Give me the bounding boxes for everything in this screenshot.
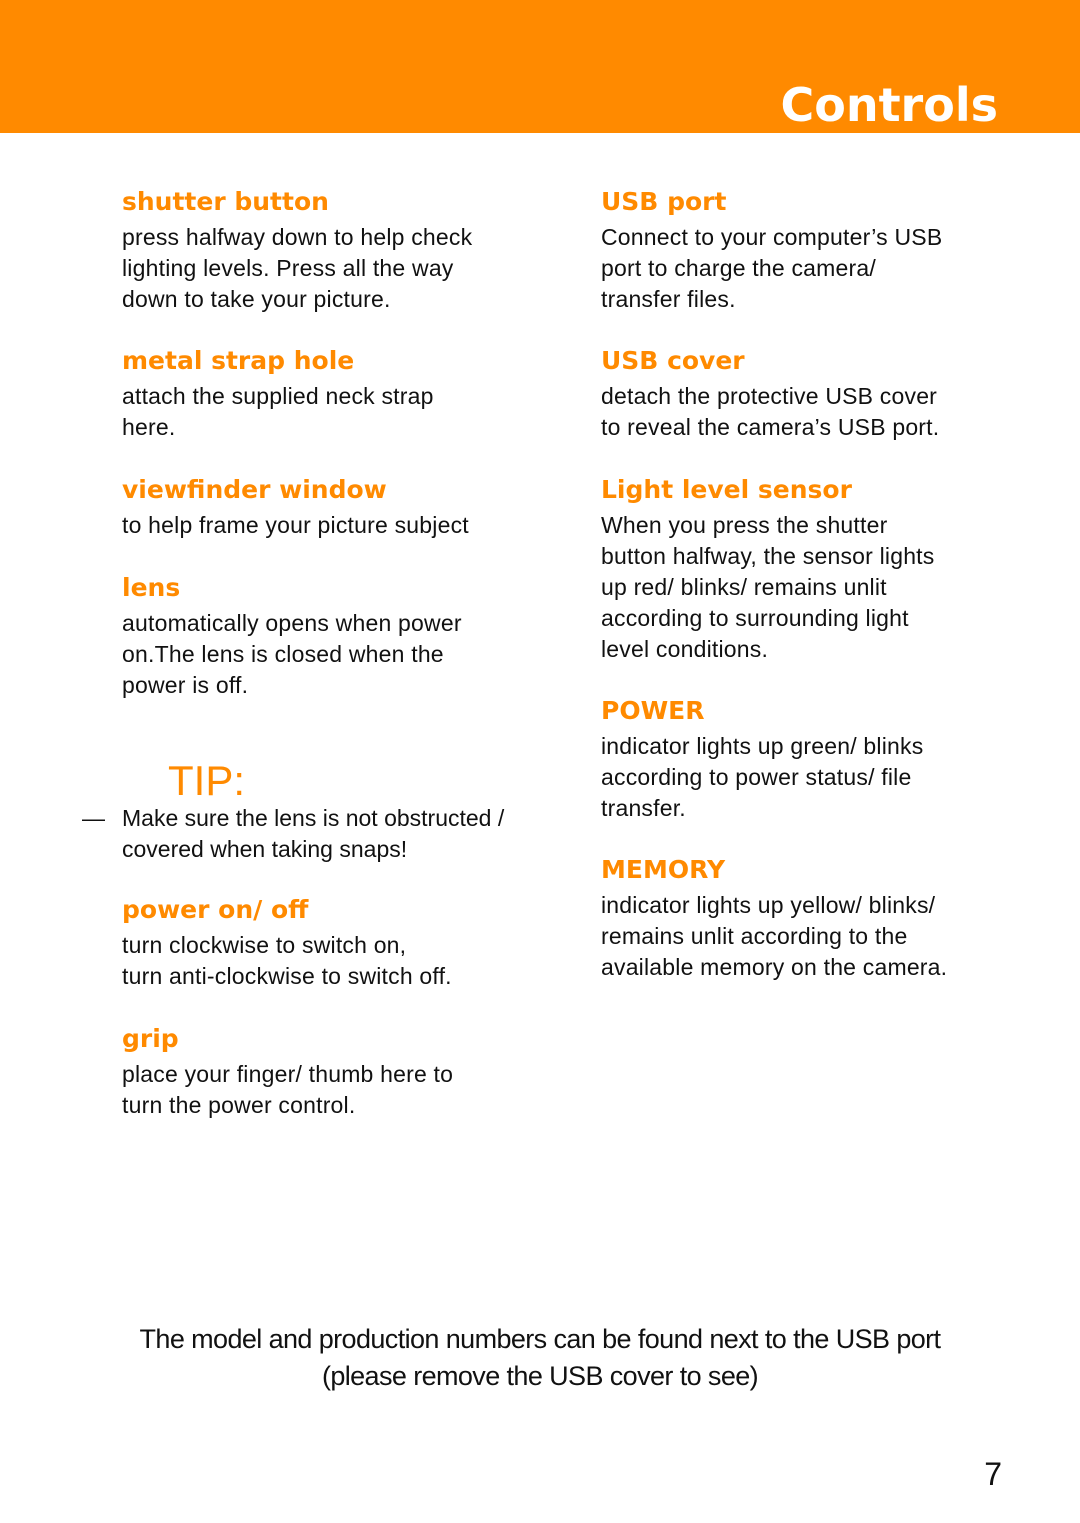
control-memory-indicator: MEMORY indicator lights up yellow/ blink…	[601, 854, 947, 983]
control-description: place your finger/ thumb here to turn th…	[122, 1061, 454, 1118]
control-power-indicator: POWER indicator lights up green/ blinks …	[601, 695, 923, 824]
control-light-level-sensor: Light level sensor When you press the sh…	[601, 474, 934, 665]
control-description: Connect to your computer’s USB port to c…	[601, 224, 943, 312]
tip-label: TIP:	[168, 757, 246, 804]
control-description: detach the protective USB cover to revea…	[601, 383, 940, 440]
control-usb-port: USB port Connect to your computer’s USB …	[601, 186, 942, 315]
control-heading: Light level sensor	[601, 475, 852, 504]
footer-note-line1: The model and production numbers can be …	[139, 1324, 942, 1354]
control-heading: viewfinder window	[122, 475, 387, 504]
control-description: to help frame your picture subject	[122, 512, 469, 538]
tip-dash: —	[82, 805, 105, 831]
control-metal-strap-hole: metal strap hole attach the supplied nec…	[122, 345, 434, 443]
control-description: automatically opens when power on.The le…	[122, 610, 462, 698]
control-description: indicator lights up yellow/ blinks/ rema…	[601, 892, 948, 980]
control-description: press halfway down to help check lightin…	[122, 224, 473, 312]
control-description: attach the supplied neck strap here.	[122, 383, 434, 440]
footer-note-line2: (please remove the USB cover to see)	[321, 1361, 759, 1391]
control-grip: grip place your finger/ thumb here to tu…	[122, 1023, 453, 1121]
control-shutter-button: shutter button press halfway down to hel…	[122, 186, 472, 315]
control-usb-cover: USB cover detach the protective USB cove…	[601, 345, 939, 443]
control-description: indicator lights up green/ blinks accord…	[601, 733, 924, 821]
tip-text: Make sure the lens is not obstructed / c…	[122, 805, 505, 862]
control-heading: USB port	[601, 187, 727, 216]
control-viewfinder-window: viewfinder window to help frame your pic…	[122, 474, 469, 541]
header-banner: Controls	[0, 0, 1080, 133]
control-heading: metal strap hole	[122, 346, 355, 375]
control-heading: MEMORY	[601, 855, 726, 884]
control-heading: grip	[122, 1024, 179, 1053]
control-power-on-off: power on/ off turn clockwise to switch o…	[122, 894, 452, 992]
page-title: Controls	[780, 78, 998, 132]
control-heading: USB cover	[601, 346, 745, 375]
control-heading: POWER	[601, 696, 705, 725]
control-heading: power on/ off	[122, 895, 309, 924]
control-description: turn clockwise to switch on, turn anti-c…	[122, 932, 452, 989]
control-heading: shutter button	[122, 187, 329, 216]
control-heading: lens	[122, 573, 181, 602]
control-lens: lens automatically opens when power on.T…	[122, 572, 462, 701]
control-description: When you press the shutter button halfwa…	[601, 512, 935, 662]
page-number: 7	[984, 1456, 1002, 1492]
